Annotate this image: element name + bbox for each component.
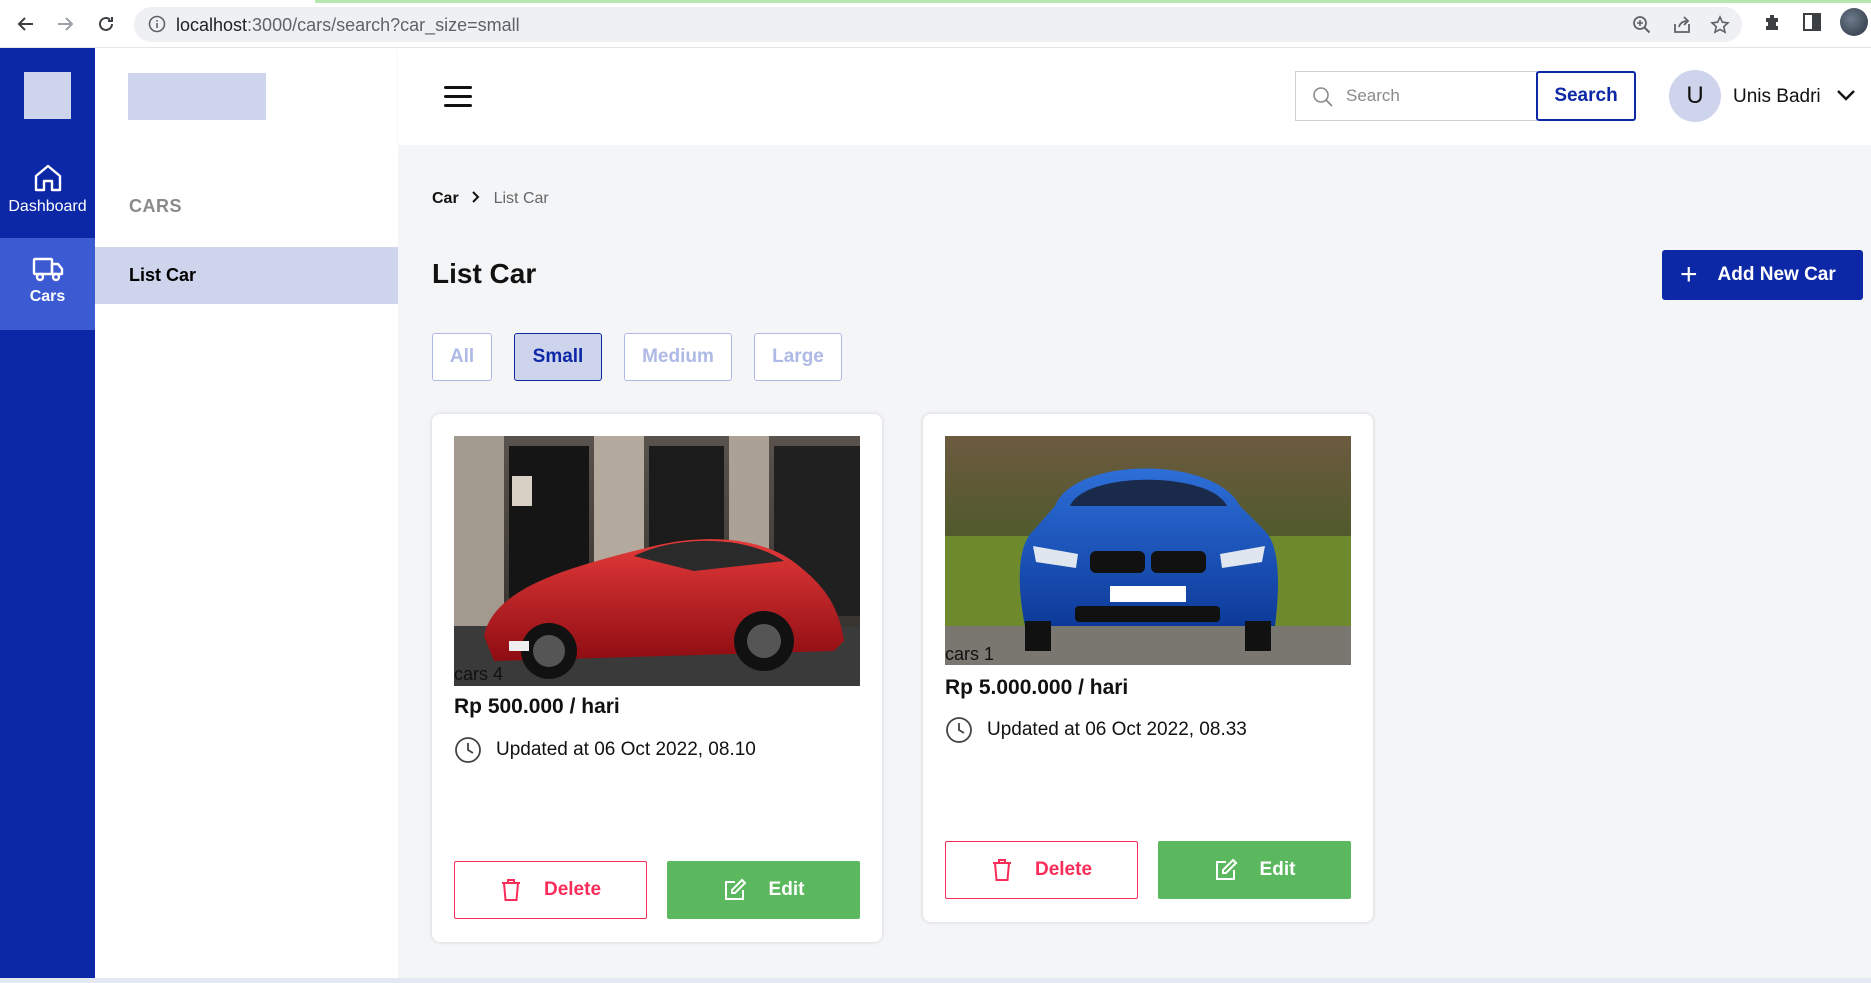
sidebar-item-list-car[interactable]: List Car — [95, 247, 398, 304]
add-new-car-button[interactable]: + Add New Car — [1662, 250, 1863, 300]
plus-icon: + — [1680, 258, 1698, 291]
updated-text: Updated at 06 Oct 2022, 08.33 — [987, 719, 1247, 740]
car-name: cars 4 — [454, 664, 504, 684]
edit-label: Edit — [1259, 859, 1296, 880]
edit-label: Edit — [768, 879, 805, 900]
filter-all[interactable]: All — [432, 333, 492, 381]
delete-button[interactable]: Delete — [454, 861, 647, 919]
address-bar[interactable]: localhost:3000/cars/search?car_size=smal… — [134, 7, 1742, 42]
delete-label: Delete — [1034, 859, 1093, 880]
chevron-right-icon — [471, 190, 481, 208]
avatar[interactable]: U — [1669, 70, 1721, 122]
brand-logo-placeholder — [128, 73, 266, 120]
filter-medium[interactable]: Medium — [624, 333, 732, 381]
delete-button[interactable]: Delete — [945, 841, 1138, 899]
arrow-left-icon — [17, 17, 33, 31]
truck-icon — [32, 257, 63, 282]
browser-profile-avatar[interactable] — [1840, 8, 1868, 36]
add-button-label: Add New Car — [1717, 264, 1836, 285]
breadcrumb-current: List Car — [493, 190, 549, 207]
menu-toggle-button[interactable] — [444, 86, 472, 108]
sidebar-item-label: List Car — [129, 265, 197, 285]
arrow-right-icon — [58, 17, 74, 31]
app-header — [398, 48, 1871, 145]
chevron-down-icon[interactable] — [1836, 88, 1856, 102]
page-title: List Car — [432, 258, 537, 289]
filter-small[interactable]: Small — [514, 333, 602, 381]
sidebar-section-title: CARS — [129, 196, 183, 216]
car-image — [945, 436, 1351, 665]
clock-icon — [455, 737, 481, 763]
search-button[interactable]: Search — [1536, 71, 1636, 121]
search-icon — [1313, 87, 1333, 107]
edit-icon — [1215, 858, 1237, 880]
car-card: cars 4 Rp 500.000 / hari Updated at 06 O… — [432, 414, 882, 942]
car-card: cars 1 Rp 5.000.000 / hari Updated at 06… — [923, 414, 1373, 922]
info-icon — [148, 15, 166, 33]
rail-item-label: Cars — [29, 288, 66, 305]
car-price: Rp 5.000.000 / hari — [945, 676, 1129, 699]
url-path: :3000/cars/search?car_size=small — [247, 15, 520, 35]
delete-label: Delete — [543, 879, 602, 900]
share-icon[interactable] — [1672, 15, 1692, 35]
page-load-progress — [315, 0, 1871, 3]
rail-item-cars[interactable]: Cars — [0, 238, 95, 330]
zoom-icon[interactable] — [1632, 15, 1652, 35]
hamburger-line — [444, 95, 472, 98]
car-image — [454, 436, 860, 686]
rail-item-label: Dashboard — [8, 198, 87, 215]
search-input[interactable] — [1346, 72, 1531, 120]
user-name[interactable]: Unis Badri — [1733, 86, 1821, 108]
reload-icon — [99, 16, 113, 31]
url-host: localhost — [176, 15, 248, 35]
rail-item-dashboard[interactable]: Dashboard — [0, 148, 95, 240]
url-text: localhost:3000/cars/search?car_size=smal… — [176, 15, 520, 36]
bookmark-star-icon[interactable] — [1710, 15, 1730, 35]
breadcrumb: Car List Car — [432, 190, 549, 208]
back-button[interactable] — [12, 10, 40, 38]
trash-icon — [501, 879, 520, 901]
forward-button[interactable] — [51, 10, 79, 38]
browser-toolbar: localhost:3000/cars/search?car_size=smal… — [0, 0, 1871, 48]
car-updated-at: Updated at 06 Oct 2022, 08.10 — [454, 736, 756, 764]
app-logo — [24, 72, 71, 119]
window-bottom-edge — [0, 978, 1871, 983]
search-field — [1295, 71, 1537, 121]
hamburger-line — [444, 86, 472, 89]
home-icon — [34, 164, 61, 192]
car-updated-at: Updated at 06 Oct 2022, 08.33 — [945, 716, 1247, 744]
hamburger-line — [444, 104, 472, 107]
updated-text: Updated at 06 Oct 2022, 08.10 — [496, 739, 756, 760]
clock-icon — [946, 717, 972, 743]
filter-large[interactable]: Large — [754, 333, 842, 381]
edit-button[interactable]: Edit — [667, 861, 860, 919]
extensions-icon[interactable] — [1762, 12, 1782, 32]
reload-button[interactable] — [92, 10, 120, 38]
side-panel-icon[interactable] — [1802, 12, 1822, 32]
secondary-sidebar: CARS List Car — [95, 48, 398, 978]
icon-rail: Dashboard Cars — [0, 48, 95, 978]
edit-button[interactable]: Edit — [1158, 841, 1351, 899]
car-name: cars 1 — [945, 644, 995, 664]
breadcrumb-root[interactable]: Car — [432, 190, 459, 207]
trash-icon — [992, 859, 1011, 881]
car-price: Rp 500.000 / hari — [454, 695, 620, 718]
edit-icon — [724, 878, 746, 900]
